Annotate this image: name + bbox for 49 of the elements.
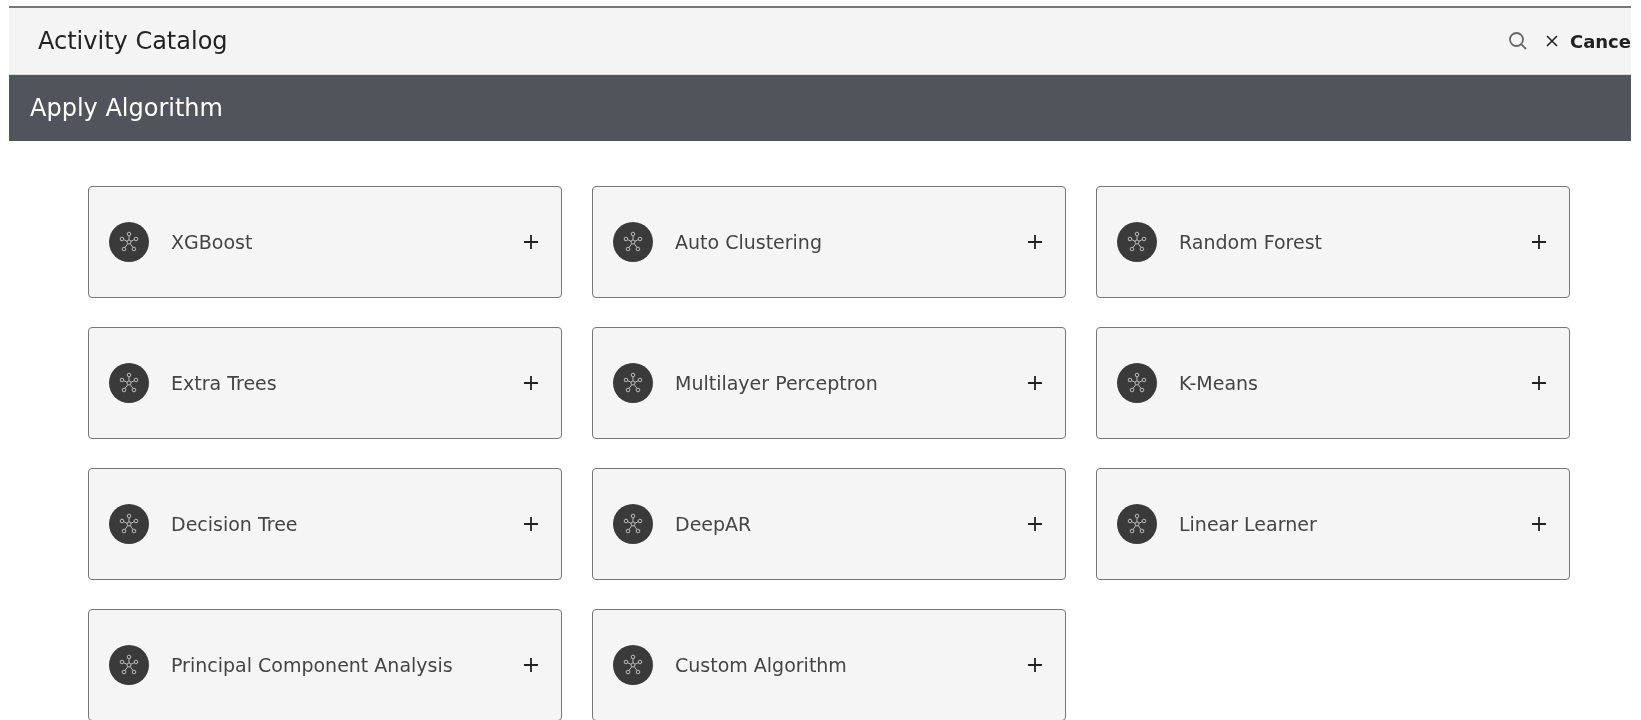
algorithm-card[interactable]: Custom Algorithm: [592, 609, 1066, 720]
plus-icon[interactable]: [523, 657, 539, 673]
plus-icon[interactable]: [1027, 234, 1043, 250]
network-icon: [109, 222, 149, 262]
algorithm-card[interactable]: Random Forest: [1096, 186, 1570, 298]
plus-icon[interactable]: [1027, 375, 1043, 391]
close-icon: [1545, 35, 1558, 47]
card-label: Custom Algorithm: [675, 654, 848, 676]
plus-icon[interactable]: [1027, 657, 1043, 673]
card-label: Decision Tree: [171, 513, 299, 535]
card-label: K-Means: [1179, 372, 1259, 394]
plus-icon[interactable]: [1531, 234, 1547, 250]
section-title: Apply Algorithm: [30, 94, 223, 122]
card-label: XGBoost: [171, 231, 254, 253]
network-icon: [613, 222, 653, 262]
network-icon: [613, 645, 653, 685]
algorithm-card[interactable]: DeepAR: [592, 468, 1066, 580]
plus-icon[interactable]: [523, 234, 539, 250]
cancel-button[interactable]: Cance: [1545, 30, 1631, 52]
page-title: Activity Catalog: [38, 27, 228, 55]
plus-icon[interactable]: [1531, 375, 1547, 391]
algorithm-card[interactable]: Linear Learner: [1096, 468, 1570, 580]
algorithm-card[interactable]: Decision Tree: [88, 468, 562, 580]
network-icon: [1117, 363, 1157, 403]
card-label: Extra Trees: [171, 372, 278, 394]
card-label: Principal Component Analysis: [171, 654, 454, 676]
card-label: Multilayer Perceptron: [675, 372, 879, 394]
algorithm-card[interactable]: Principal Component Analysis: [88, 609, 562, 720]
network-icon: [109, 645, 149, 685]
network-icon: [1117, 504, 1157, 544]
plus-icon[interactable]: [1531, 516, 1547, 532]
network-icon: [613, 363, 653, 403]
algorithm-card[interactable]: K-Means: [1096, 327, 1570, 439]
search-icon[interactable]: [1507, 31, 1528, 51]
network-icon: [613, 504, 653, 544]
card-label: Linear Learner: [1179, 513, 1318, 535]
algorithm-card[interactable]: Auto Clustering: [592, 186, 1066, 298]
algorithm-card[interactable]: Multilayer Perceptron: [592, 327, 1066, 439]
card-label: Random Forest: [1179, 231, 1323, 253]
plus-icon[interactable]: [523, 516, 539, 532]
network-icon: [109, 504, 149, 544]
network-icon: [1117, 222, 1157, 262]
plus-icon[interactable]: [523, 375, 539, 391]
card-label: Auto Clustering: [675, 231, 823, 253]
algorithm-card[interactable]: Extra Trees: [88, 327, 562, 439]
algorithm-card[interactable]: XGBoost: [88, 186, 562, 298]
card-label: DeepAR: [675, 513, 753, 535]
plus-icon[interactable]: [1027, 516, 1043, 532]
network-icon: [109, 363, 149, 403]
